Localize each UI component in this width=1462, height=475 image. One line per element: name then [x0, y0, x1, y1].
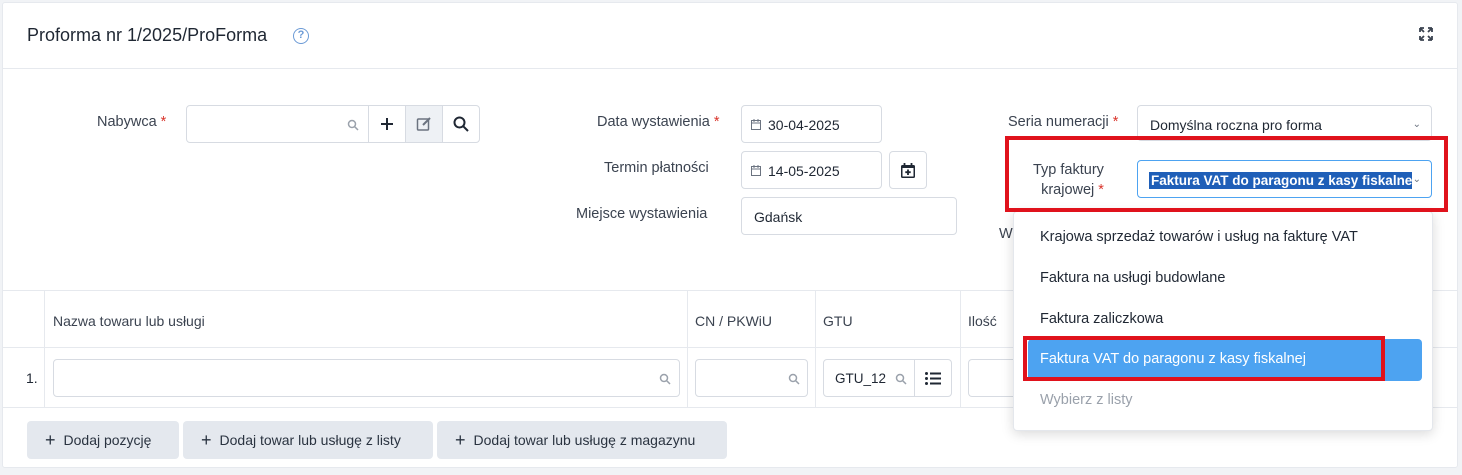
column-name: Nazwa towaru lub usługi	[53, 313, 205, 329]
edit-buyer-button[interactable]	[405, 105, 443, 143]
gtu-input[interactable]: GTU_12	[823, 359, 915, 397]
cn-pkwiu-input[interactable]	[695, 359, 808, 397]
chevron-down-icon: ⌄	[1412, 119, 1421, 130]
add-from-warehouse-button[interactable]: + Dodaj towar lub usługę z magazynu	[437, 421, 727, 459]
issue-date-field[interactable]: 30-04-2025	[741, 105, 882, 143]
search-icon	[347, 119, 359, 131]
plus-icon: +	[45, 430, 56, 450]
highlight-box	[1023, 336, 1385, 381]
add-from-list-button[interactable]: + Dodaj towar lub usługę z listy	[183, 421, 433, 459]
hidden-field-label: W	[999, 226, 1013, 242]
dropdown-option[interactable]: Krajowa sprzedaż towarów i usług na fakt…	[1040, 229, 1358, 245]
column-quantity: Ilość	[968, 313, 997, 329]
calendar-add-button[interactable]	[889, 151, 927, 189]
dropdown-option[interactable]: Faktura na usługi budowlane	[1040, 270, 1225, 286]
place-field[interactable]: Gdańsk	[741, 197, 957, 235]
proforma-panel: Proforma nr 1/2025/ProForma ? Nabywca * D…	[2, 2, 1458, 468]
search-buyer-button[interactable]	[442, 105, 480, 143]
column-cn-pkwiu: CN / PKWiU	[695, 313, 772, 329]
issue-date-value: 30-04-2025	[768, 117, 840, 133]
due-date-field[interactable]: 14-05-2025	[741, 151, 882, 189]
column-gtu: GTU	[823, 313, 853, 329]
place-label: Miejsce wystawienia	[576, 206, 708, 222]
buyer-label: Nabywca *	[97, 114, 167, 130]
issue-date-label: Data wystawienia *	[597, 114, 720, 130]
calendar-icon	[751, 165, 761, 176]
plus-icon	[381, 118, 393, 130]
plus-icon: +	[201, 430, 212, 450]
invoice-type-dropdown: Krajowa sprzedaż towarów i usług na fakt…	[1013, 211, 1433, 431]
due-date-value: 14-05-2025	[768, 163, 840, 179]
due-date-label: Termin płatności	[604, 160, 709, 176]
place-value: Gdańsk	[754, 209, 803, 225]
panel-header: Proforma nr 1/2025/ProForma ?	[3, 3, 1457, 69]
search-icon	[895, 373, 907, 385]
highlight-box	[1005, 136, 1448, 212]
add-position-button[interactable]: + Dodaj pozycję	[27, 421, 179, 459]
calendar-icon	[751, 119, 761, 130]
expand-icon[interactable]	[1419, 27, 1433, 41]
dropdown-placeholder-option[interactable]: Wybierz z listy	[1040, 392, 1133, 408]
search-icon	[659, 373, 671, 385]
series-label: Seria numeracji *	[1008, 114, 1119, 130]
list-icon	[925, 371, 941, 385]
edit-icon	[416, 117, 431, 131]
page-title: Proforma nr 1/2025/ProForma	[27, 25, 268, 45]
series-value: Domyślna roczna pro forma	[1150, 117, 1322, 133]
add-buyer-button[interactable]	[368, 105, 406, 143]
gtu-value: GTU_12	[835, 371, 887, 386]
plus-icon: +	[455, 430, 466, 450]
help-icon[interactable]: ?	[293, 28, 309, 44]
search-icon	[453, 116, 469, 132]
item-name-input[interactable]	[53, 359, 680, 397]
calendar-plus-icon	[901, 162, 915, 178]
buyer-input[interactable]	[186, 105, 369, 143]
dropdown-option[interactable]: Faktura zaliczkowa	[1040, 311, 1163, 327]
search-icon	[788, 373, 800, 385]
gtu-list-button[interactable]	[914, 359, 952, 397]
row-number: 1.	[26, 370, 38, 386]
